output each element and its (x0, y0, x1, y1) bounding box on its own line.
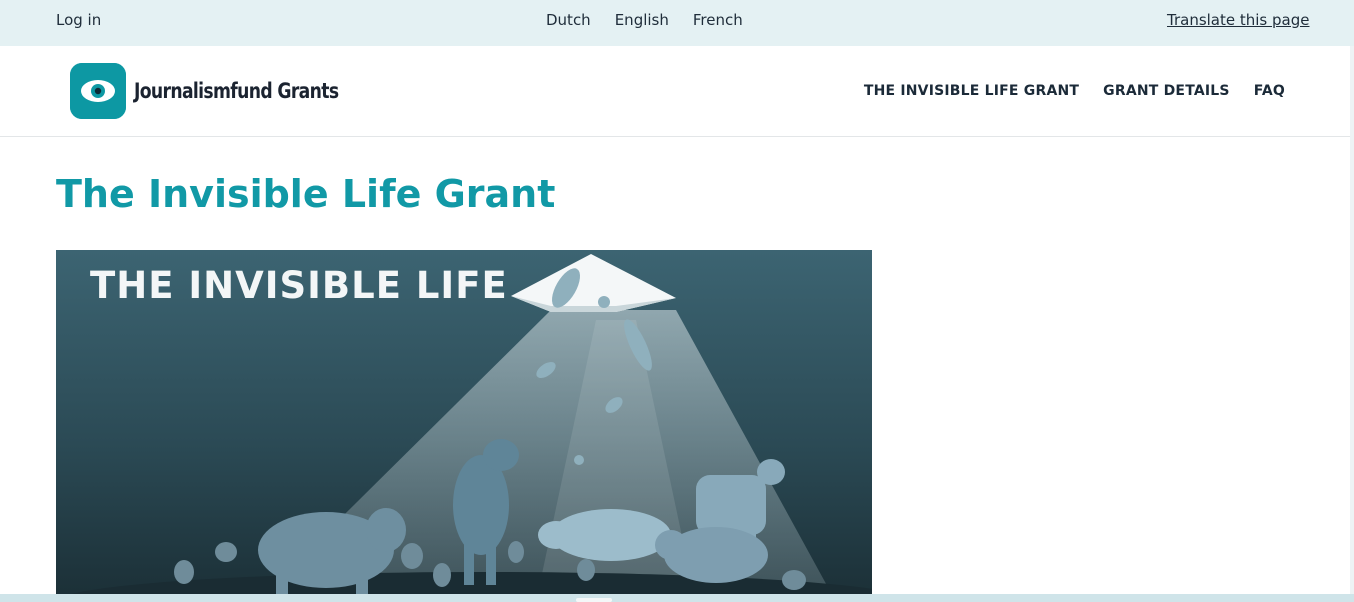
nav-grant-details[interactable]: GRANT DETAILS (1103, 83, 1230, 99)
site-header: Journalismfund Grants THE INVISIBLE LIFE… (0, 46, 1354, 137)
language-dutch[interactable]: Dutch (546, 11, 591, 29)
top-bar: Log in Dutch English French Translate th… (0, 0, 1354, 46)
language-english[interactable]: English (615, 11, 669, 29)
translate-page-link[interactable]: Translate this page (1167, 11, 1309, 29)
nav-invisible-life-grant[interactable]: THE INVISIBLE LIFE GRANT (864, 83, 1079, 99)
scrollbar-track[interactable] (1350, 46, 1354, 594)
language-switcher: Dutch English French (546, 11, 743, 29)
eye-icon (70, 63, 126, 119)
hero-image: THE INVISIBLE LIFE (56, 250, 872, 602)
site-logo[interactable]: Journalismfund Grants (70, 63, 383, 119)
page-title: The Invisible Life Grant (56, 172, 556, 216)
horizontal-scrollbar[interactable] (0, 594, 1354, 602)
nav-faq[interactable]: FAQ (1254, 83, 1285, 99)
scrollbar-thumb[interactable] (576, 598, 612, 602)
login-link[interactable]: Log in (56, 11, 101, 29)
language-french[interactable]: French (693, 11, 743, 29)
hero-title: THE INVISIBLE LIFE (90, 264, 508, 307)
main-navigation: THE INVISIBLE LIFE GRANT GRANT DETAILS F… (864, 83, 1285, 99)
logo-wordmark: Journalismfund Grants (134, 79, 339, 103)
